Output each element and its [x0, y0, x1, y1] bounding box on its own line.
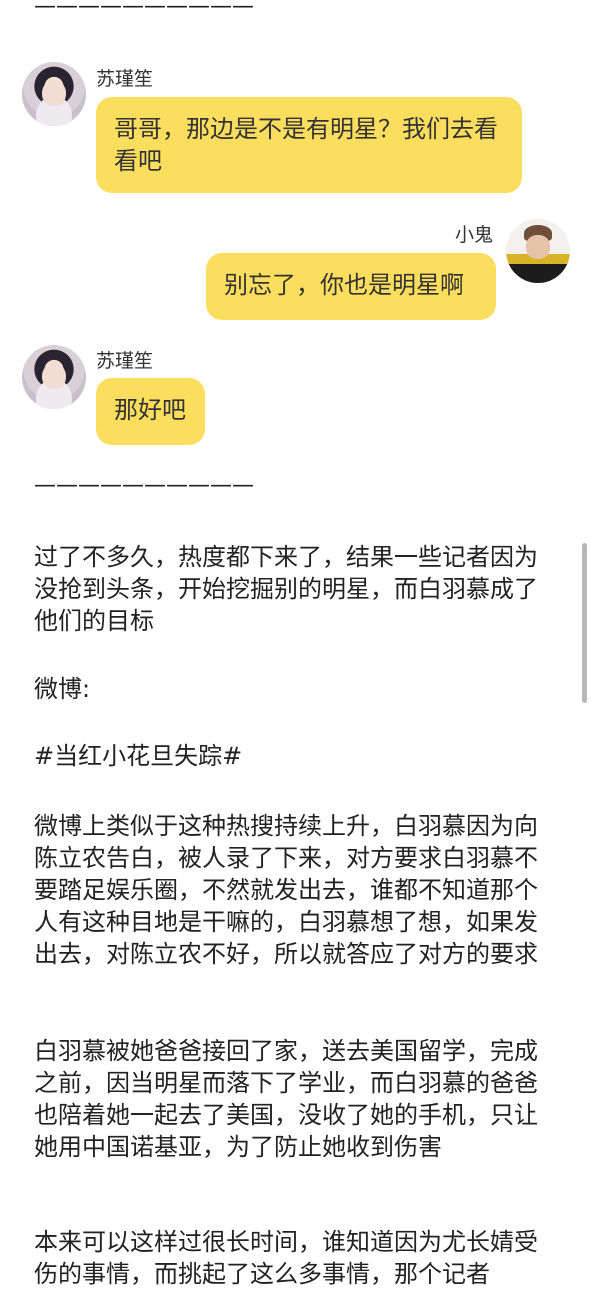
message-bubble-1[interactable]: 哥哥，那边是不是有明星？我们去看看吧: [96, 97, 522, 193]
sender-name-2: 小鬼: [455, 224, 494, 246]
scrollbar-thumb[interactable]: [582, 543, 587, 703]
avatar-male[interactable]: [506, 219, 570, 283]
divider-bottom: ——————————: [34, 473, 254, 498]
paragraph-1: 过了不多久，热度都下来了，结果一些记者因为没抢到头条，开始挖掘别的明星，而白羽慕…: [34, 543, 538, 635]
paragraph-4: 微博上类似于这种热搜持续上升，白羽慕因为向陈立农告白，被人录了下来，对方要求白羽…: [34, 812, 538, 968]
paragraph-6: 本来可以这样过很长时间，谁知道因为尤长婧受伤的事情，而挑起了这么多事情，那个记者: [34, 1228, 538, 1288]
paragraph-5: 白羽慕被她爸爸接回了家，送去美国留学，完成之前，因当明星而落下了学业，而白羽慕的…: [34, 1037, 538, 1161]
avatar-female-1[interactable]: [22, 62, 86, 126]
sender-name-1: 苏瑾笙: [96, 68, 154, 90]
paragraph-2: 微博:: [34, 675, 91, 703]
avatar-female-2[interactable]: [22, 345, 86, 409]
divider-top: ——————————: [34, 0, 254, 19]
message-bubble-2[interactable]: 别忘了，你也是明星啊: [206, 253, 496, 320]
paragraph-3: #当红小花旦失踪#: [34, 742, 243, 770]
message-bubble-3[interactable]: 那好吧: [96, 378, 205, 445]
sender-name-3: 苏瑾笙: [96, 350, 154, 372]
